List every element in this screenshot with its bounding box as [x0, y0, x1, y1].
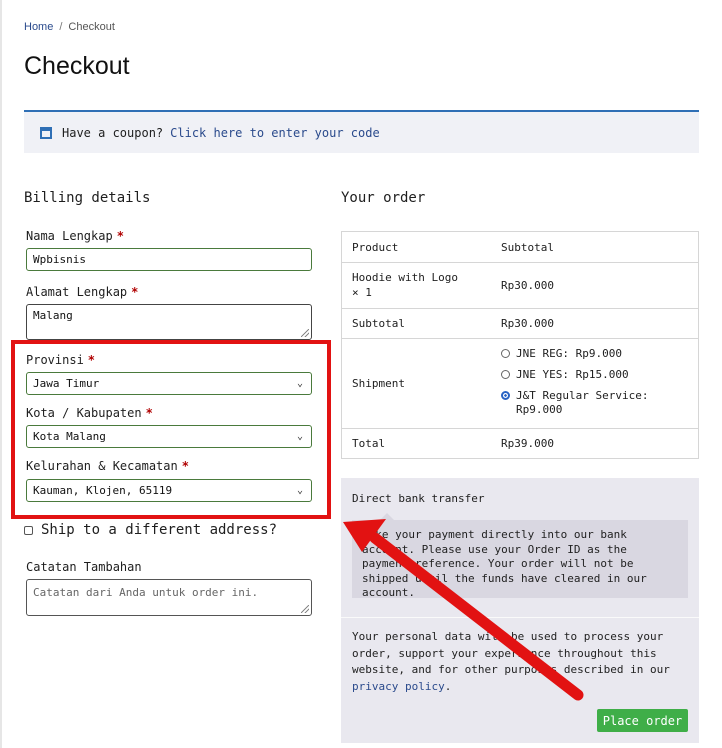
alamat-textarea[interactable]: Malang — [26, 304, 312, 340]
description-notch — [380, 513, 394, 520]
alamat-label: Alamat Lengkap * — [26, 285, 139, 299]
coupon-notice: Have a coupon? Click here to enter your … — [24, 110, 699, 153]
ship-different-label: Ship to a different address? — [41, 522, 278, 538]
total-label: Total — [352, 437, 386, 450]
col-header-subtotal: Subtotal — [501, 240, 554, 254]
highlight-box — [11, 340, 331, 519]
item-price: Rp30.000 — [501, 279, 554, 292]
table-row: Hoodie with Logo × 1 Rp30.000 — [342, 263, 698, 309]
notes-label: Catatan Tambahan — [26, 560, 142, 574]
resize-handle[interactable] — [301, 329, 309, 337]
shipping-option-jne-yes[interactable]: JNE YES: Rp15.000 — [501, 368, 698, 382]
billing-heading: Billing details — [24, 190, 151, 206]
breadcrumb-current: Checkout — [68, 21, 115, 33]
ship-different-checkbox[interactable] — [24, 525, 33, 535]
order-table: Product Subtotal Hoodie with Logo × 1 Rp… — [341, 231, 699, 459]
total-value: Rp39.000 — [501, 437, 554, 450]
col-header-product: Product — [352, 240, 399, 254]
nama-input[interactable]: Wpbisnis — [26, 248, 312, 271]
shipping-option-jt-regular[interactable]: J&T Regular Service: Rp9.000 — [501, 389, 698, 417]
table-row: Product Subtotal — [342, 232, 698, 263]
table-row: Subtotal Rp30.000 — [342, 309, 698, 339]
place-order-button[interactable]: Place order — [597, 709, 688, 732]
subtotal-value: Rp30.000 — [501, 317, 554, 330]
page-left-border — [0, 0, 2, 748]
subtotal-label: Subtotal — [352, 317, 405, 330]
divider — [341, 617, 699, 618]
shipping-option-jne-reg[interactable]: JNE REG: Rp9.000 — [501, 347, 698, 361]
table-row: Total Rp39.000 — [342, 429, 698, 458]
shipment-label: Shipment — [352, 377, 405, 390]
item-cell: Hoodie with Logo × 1 — [342, 263, 491, 308]
privacy-policy-link[interactable]: privacy policy — [352, 680, 445, 693]
calendar-icon — [40, 126, 52, 139]
payment-method-label[interactable]: Direct bank transfer — [352, 492, 484, 505]
breadcrumb-separator: / — [59, 21, 63, 33]
resize-handle[interactable] — [301, 605, 309, 613]
breadcrumb: Home / Checkout — [24, 21, 115, 33]
privacy-notice: Your personal data will be used to proce… — [352, 630, 670, 694]
order-heading: Your order — [341, 190, 426, 206]
shipping-options: JNE REG: Rp9.000 JNE YES: Rp15.000 J&T R… — [491, 339, 698, 428]
breadcrumb-home-link[interactable]: Home — [24, 21, 53, 33]
payment-description: Make your payment directly into our bank… — [352, 513, 688, 599]
coupon-text: Have a coupon? — [62, 125, 164, 140]
notes-placeholder: Catatan dari Anda untuk order ini. — [33, 586, 259, 599]
nama-label: Nama Lengkap * — [26, 229, 124, 243]
page-title: Checkout — [24, 52, 130, 80]
payment-box: Direct bank transfer Make your payment d… — [341, 478, 699, 743]
table-row: Shipment JNE REG: Rp9.000 JNE YES: Rp15.… — [342, 339, 698, 429]
radio-button[interactable] — [501, 349, 510, 358]
radio-button[interactable] — [501, 370, 510, 379]
item-name: Hoodie with Logo — [352, 271, 458, 284]
notes-textarea[interactable]: Catatan dari Anda untuk order ini. — [26, 579, 312, 616]
radio-button-selected[interactable] — [501, 391, 510, 400]
item-qty: × 1 — [352, 286, 372, 299]
ship-different-address[interactable]: Ship to a different address? — [24, 522, 277, 538]
coupon-link[interactable]: Click here to enter your code — [170, 126, 380, 140]
